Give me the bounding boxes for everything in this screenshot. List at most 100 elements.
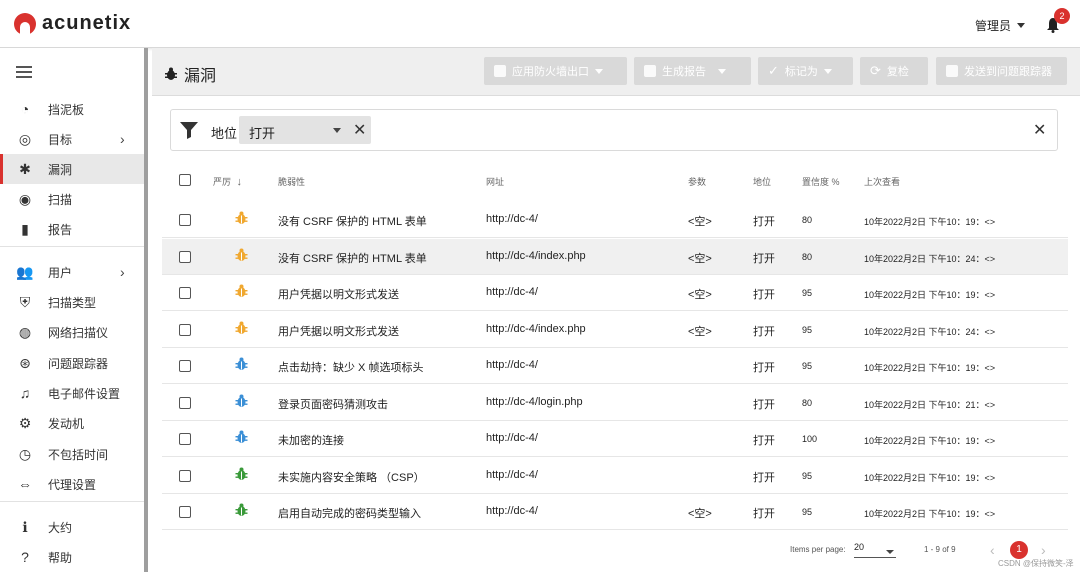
sidebar-item-12[interactable]: ⇔ 代理设置 xyxy=(0,469,144,499)
vulnerability-url[interactable]: http://dc-4/ xyxy=(486,432,538,444)
chevron-right-icon[interactable]: › xyxy=(120,264,125,280)
engine-icon: ⚙ xyxy=(18,414,32,431)
row-checkbox[interactable] xyxy=(179,287,191,299)
sidebar-item-1[interactable]: ◎ 目标 › xyxy=(0,124,144,154)
table-row[interactable]: 启用自动完成的密码类型输入 http://dc-4/ <空> 打开 95 10年2022月… xyxy=(162,494,1068,530)
severity-medium-bug-icon xyxy=(235,284,248,297)
vulnerability-name[interactable]: 未实施内容安全策略 （CSP） xyxy=(278,469,425,485)
row-checkbox[interactable] xyxy=(179,433,191,445)
vulnerability-url[interactable]: http://dc-4/ xyxy=(486,359,538,371)
vulnerability-status: 打开 xyxy=(753,398,775,411)
table-row[interactable]: 用户凭据以明文形式发送 http://dc-4/index.php <空> 打开 95 1… xyxy=(162,312,1068,348)
vulnerability-url[interactable]: http://dc-4/index.php xyxy=(486,250,586,262)
vulnerability-name[interactable]: 用户凭据以明文形式发送 xyxy=(278,323,399,339)
users-icon: 👥 xyxy=(16,263,34,280)
sidebar-item-14[interactable]: ? 帮助 xyxy=(0,542,144,572)
watermark: CSDN @保持微笑-泽 xyxy=(998,559,1074,568)
remove-filter-icon[interactable]: ✕ xyxy=(353,120,366,140)
vulnerability-url[interactable]: http://dc-4/ xyxy=(486,213,538,225)
previous-page-icon[interactable]: ‹ xyxy=(990,542,995,558)
vulnerability-name[interactable]: 未加密的连接 xyxy=(278,432,344,448)
severity-info-bug-icon xyxy=(235,467,248,480)
sidebar-item-5[interactable]: 👥 用户 › xyxy=(0,257,144,287)
row-checkbox[interactable] xyxy=(179,360,191,372)
column-header-url[interactable]: 网址 xyxy=(486,175,504,188)
table-row[interactable]: 用户凭据以明文形式发送 http://dc-4/ <空> 打开 95 10年2022月2日… xyxy=(162,275,1068,311)
user-name: 管理员 xyxy=(975,19,1012,33)
vulnerability-url[interactable]: http://dc-4/ xyxy=(486,286,538,298)
table-row[interactable]: 未实施内容安全策略 （CSP） http://dc-4/打开 95 10年2022月2… xyxy=(162,458,1068,494)
sidebar-item-7[interactable]: ◍ 网络扫描仪 xyxy=(0,317,144,347)
chevron-right-icon[interactable]: › xyxy=(120,131,125,147)
severity-medium-bug-icon xyxy=(235,321,248,334)
vulnerability-confidence: 80 xyxy=(802,397,813,408)
sidebar-item-label: 发动机 xyxy=(48,416,85,431)
column-header-last-seen[interactable]: 上次查看 xyxy=(864,175,900,188)
menu-toggle-icon[interactable] xyxy=(16,66,32,78)
row-checkbox[interactable] xyxy=(179,396,191,409)
vulnerability-name[interactable]: 启用自动完成的密码类型输入 xyxy=(278,505,421,521)
acunetix-logo[interactable]: acunetix xyxy=(14,12,131,35)
status-filter-chip[interactable]: 打开 ✕ xyxy=(239,116,371,144)
vulnerability-url[interactable]: http://dc-4/index.php xyxy=(486,323,586,335)
vulnerability-url[interactable]: http://dc-4/login.php xyxy=(486,396,583,408)
clear-filters-icon[interactable]: ✕ xyxy=(1033,120,1046,140)
vulnerability-url[interactable]: http://dc-4/ xyxy=(486,469,538,481)
send-to-tracker-button[interactable]: 发送到问题跟踪器 xyxy=(936,57,1067,85)
vulnerability-name[interactable]: 登录页面密码猜测攻击 xyxy=(278,396,388,412)
page-title-text: 漏洞 xyxy=(184,68,217,85)
vulnerability-name[interactable]: 没有 CSRF 保护的 HTML 表单 xyxy=(278,213,427,229)
row-checkbox[interactable] xyxy=(179,250,191,263)
table-row[interactable]: 没有 CSRF 保护的 HTML 表单 http://dc-4/ <空> 打开 80 10… xyxy=(162,202,1068,238)
sidebar-item-10[interactable]: ⚙ 发动机 xyxy=(0,408,144,438)
table-row[interactable]: 没有 CSRF 保护的 HTML 表单 http://dc-4/index.php… xyxy=(162,238,1068,275)
sidebar-item-9[interactable]: ♫ 电子邮件设置 xyxy=(0,378,144,408)
chevron-down-icon[interactable] xyxy=(333,128,341,133)
generate-report-button[interactable]: 生成报告 xyxy=(634,57,751,85)
sidebar-item-11[interactable]: ◷ 不包括时间 xyxy=(0,439,144,469)
next-page-icon[interactable]: › xyxy=(1041,542,1046,558)
column-header-confidence[interactable]: 置信度 % xyxy=(802,175,840,188)
waf-export-button[interactable]: 应用防火墙出口 xyxy=(484,57,627,85)
sidebar-item-label: 目标 xyxy=(48,132,73,147)
row-checkbox[interactable] xyxy=(179,506,191,518)
severity-low-bug-icon xyxy=(235,430,248,443)
retest-button[interactable]: ⟳ 复检 xyxy=(860,57,928,85)
chevron-down-icon[interactable] xyxy=(886,550,894,554)
vulnerability-url[interactable]: http://dc-4/ xyxy=(486,505,538,517)
select-all-checkbox[interactable] xyxy=(179,174,191,186)
row-checkbox[interactable] xyxy=(179,214,191,226)
table-row[interactable]: 点击劫持：缺少 X 帧选项标头 http://dc-4/打开 95 10年2022月2… xyxy=(162,348,1068,384)
vulnerability-name[interactable]: 用户凭据以明文形式发送 xyxy=(278,286,399,302)
filter-bar: 地位 打开 ✕ ✕ xyxy=(170,109,1058,151)
column-header-parameter[interactable]: 参数 xyxy=(688,175,706,188)
column-header-vulnerability[interactable]: 脆弱性 xyxy=(278,175,305,188)
vulnerability-name[interactable]: 点击劫持：缺少 X 帧选项标头 xyxy=(278,359,423,375)
sort-arrow-down-icon[interactable]: ↓ xyxy=(237,176,243,188)
mark-as-button[interactable]: ✓ 标记为 xyxy=(758,57,853,85)
sidebar-item-2[interactable]: ✱ 漏洞 xyxy=(0,154,144,184)
vulnerability-name[interactable]: 没有 CSRF 保护的 HTML 表单 xyxy=(278,250,427,266)
sidebar-item-0[interactable]: ◔ 挡泥板 xyxy=(0,94,144,124)
proxy-icon: ⇔ xyxy=(18,476,32,492)
current-page-indicator[interactable]: 1 xyxy=(1010,541,1028,559)
sidebar-item-4[interactable]: ▮ 报告 xyxy=(0,214,144,244)
column-header-status[interactable]: 地位 xyxy=(753,175,771,188)
filter-icon[interactable] xyxy=(179,120,199,140)
vulnerability-status: 打开 xyxy=(753,289,775,301)
sidebar-item-label: 帮助 xyxy=(48,550,73,565)
row-checkbox[interactable] xyxy=(179,469,191,482)
sidebar-item-13[interactable]: ℹ 大约 xyxy=(0,512,144,542)
table-row[interactable]: 登录页面密码猜测攻击 http://dc-4/login.php 打开 80 10年20… xyxy=(162,385,1068,421)
sidebar-item-3[interactable]: ◉ 扫描 xyxy=(0,184,144,214)
column-header-severity[interactable]: 严厉 ↓ xyxy=(213,175,242,188)
items-per-page-value: 20 xyxy=(854,542,865,552)
row-checkbox[interactable] xyxy=(179,323,191,336)
clipboard-icon xyxy=(946,65,958,77)
sidebar-item-6[interactable]: ⛨ 扫描类型 xyxy=(0,287,144,317)
user-menu[interactable]: 管理员 xyxy=(975,17,1026,34)
table-row[interactable]: 未加密的连接 http://dc-4/打开 100 10年2022月2日 下午10：1… xyxy=(162,421,1068,457)
sidebar-item-8[interactable]: ⊛ 问题跟踪器 xyxy=(0,348,144,378)
bug-icon: ✱ xyxy=(19,160,31,177)
chevron-down-icon xyxy=(718,68,726,74)
